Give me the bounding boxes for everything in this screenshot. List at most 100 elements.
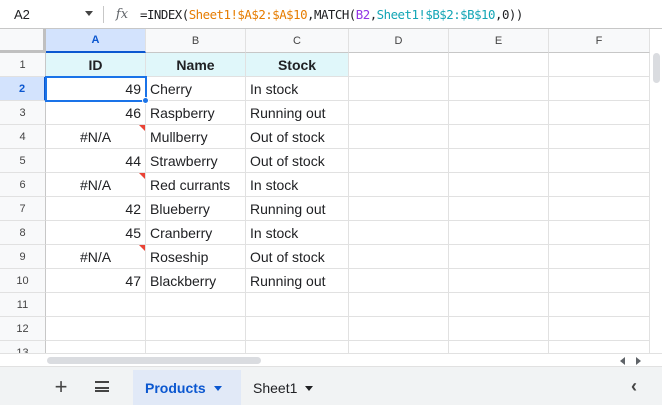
name-box[interactable]: A2 [0,0,103,29]
empty-cell[interactable] [349,317,449,341]
id-cell[interactable]: #N/A [46,245,146,269]
empty-cell[interactable] [549,245,650,269]
empty-cell[interactable] [449,221,549,245]
empty-cell[interactable] [349,53,449,77]
scroll-right-icon[interactable] [636,357,641,365]
id-cell[interactable]: 45 [46,221,146,245]
id-cell[interactable]: #N/A [46,173,146,197]
scroll-left-icon[interactable] [620,357,625,365]
empty-cell[interactable] [549,53,650,77]
empty-cell[interactable] [549,173,650,197]
row-header[interactable]: 6 [0,173,46,197]
empty-cell[interactable] [146,293,246,317]
empty-cell[interactable] [349,125,449,149]
name-cell[interactable]: Red currants [146,173,246,197]
vertical-scrollbar[interactable] [650,53,662,353]
empty-cell[interactable] [349,293,449,317]
empty-cell[interactable] [449,149,549,173]
table-header-stock[interactable]: Stock [246,53,349,77]
row-header[interactable]: 5 [0,149,46,173]
table-header-id[interactable]: ID [46,53,146,77]
stock-cell[interactable]: In stock [246,77,349,101]
name-cell[interactable]: Cranberry [146,221,246,245]
empty-cell[interactable] [349,245,449,269]
column-header-c[interactable]: C [246,29,349,53]
empty-cell[interactable] [349,101,449,125]
empty-cell[interactable] [549,101,650,125]
empty-cell[interactable] [449,173,549,197]
empty-cell[interactable] [246,293,349,317]
name-cell[interactable]: Strawberry [146,149,246,173]
vertical-scroll-thumb[interactable] [653,53,660,83]
name-cell[interactable]: Blueberry [146,197,246,221]
row-header[interactable]: 9 [0,245,46,269]
empty-cell[interactable] [549,293,650,317]
empty-cell[interactable] [449,317,549,341]
id-cell[interactable]: 49 [46,77,146,101]
name-cell[interactable]: Blackberry [146,269,246,293]
empty-cell[interactable] [349,173,449,197]
stock-cell[interactable]: Running out [246,197,349,221]
row-header[interactable]: 2 [0,77,46,101]
stock-cell[interactable]: In stock [246,221,349,245]
empty-cell[interactable] [549,221,650,245]
name-cell[interactable]: Roseship [146,245,246,269]
id-cell[interactable]: 47 [46,269,146,293]
empty-cell[interactable] [349,221,449,245]
row-header[interactable]: 12 [0,317,46,341]
select-all-corner[interactable] [0,29,46,53]
empty-cell[interactable] [349,197,449,221]
id-cell[interactable]: 44 [46,149,146,173]
add-sheet-icon[interactable]: + [50,367,72,405]
column-header-f[interactable]: F [549,29,650,53]
row-header[interactable]: 10 [0,269,46,293]
id-cell[interactable]: 46 [46,101,146,125]
error-indicator-icon[interactable] [139,245,145,251]
chevron-down-icon[interactable] [305,385,314,391]
empty-cell[interactable] [549,197,650,221]
column-header-b[interactable]: B [146,29,246,53]
empty-cell[interactable] [549,269,650,293]
stock-cell[interactable]: Out of stock [246,245,349,269]
stock-cell[interactable]: Running out [246,269,349,293]
empty-cell[interactable] [549,77,650,101]
column-header-a[interactable]: A [46,29,146,53]
error-indicator-icon[interactable] [139,173,145,179]
horizontal-scrollbar[interactable] [0,353,662,366]
all-sheets-menu-icon[interactable] [92,367,112,405]
id-cell[interactable]: 42 [46,197,146,221]
name-cell[interactable]: Mullberry [146,125,246,149]
column-header-d[interactable]: D [349,29,449,53]
empty-cell[interactable] [246,317,349,341]
empty-cell[interactable] [449,77,549,101]
column-header-e[interactable]: E [449,29,549,53]
row-header[interactable]: 8 [0,221,46,245]
fill-handle[interactable] [142,97,149,104]
collapse-icon[interactable]: ‹ [624,367,644,405]
row-header[interactable]: 7 [0,197,46,221]
empty-cell[interactable] [146,317,246,341]
error-indicator-icon[interactable] [139,125,145,131]
stock-cell[interactable]: In stock [246,173,349,197]
empty-cell[interactable] [46,317,146,341]
empty-cell[interactable] [449,293,549,317]
empty-cell[interactable] [349,77,449,101]
empty-cell[interactable] [349,149,449,173]
sheet-tab-sheet1[interactable]: Sheet1 [241,370,331,405]
empty-cell[interactable] [549,125,650,149]
empty-cell[interactable] [449,53,549,77]
empty-cell[interactable] [549,149,650,173]
stock-cell[interactable]: Out of stock [246,125,349,149]
row-header[interactable]: 1 [0,53,46,77]
name-cell[interactable]: Raspberry [146,101,246,125]
empty-cell[interactable] [349,269,449,293]
name-box-dropdown-icon[interactable] [85,10,93,16]
sheet-tab-products[interactable]: Products [133,370,241,405]
stock-cell[interactable]: Running out [246,101,349,125]
row-header[interactable]: 11 [0,293,46,317]
empty-cell[interactable] [449,101,549,125]
stock-cell[interactable]: Out of stock [246,149,349,173]
table-header-name[interactable]: Name [146,53,246,77]
empty-cell[interactable] [46,293,146,317]
chevron-down-icon[interactable] [213,385,222,391]
